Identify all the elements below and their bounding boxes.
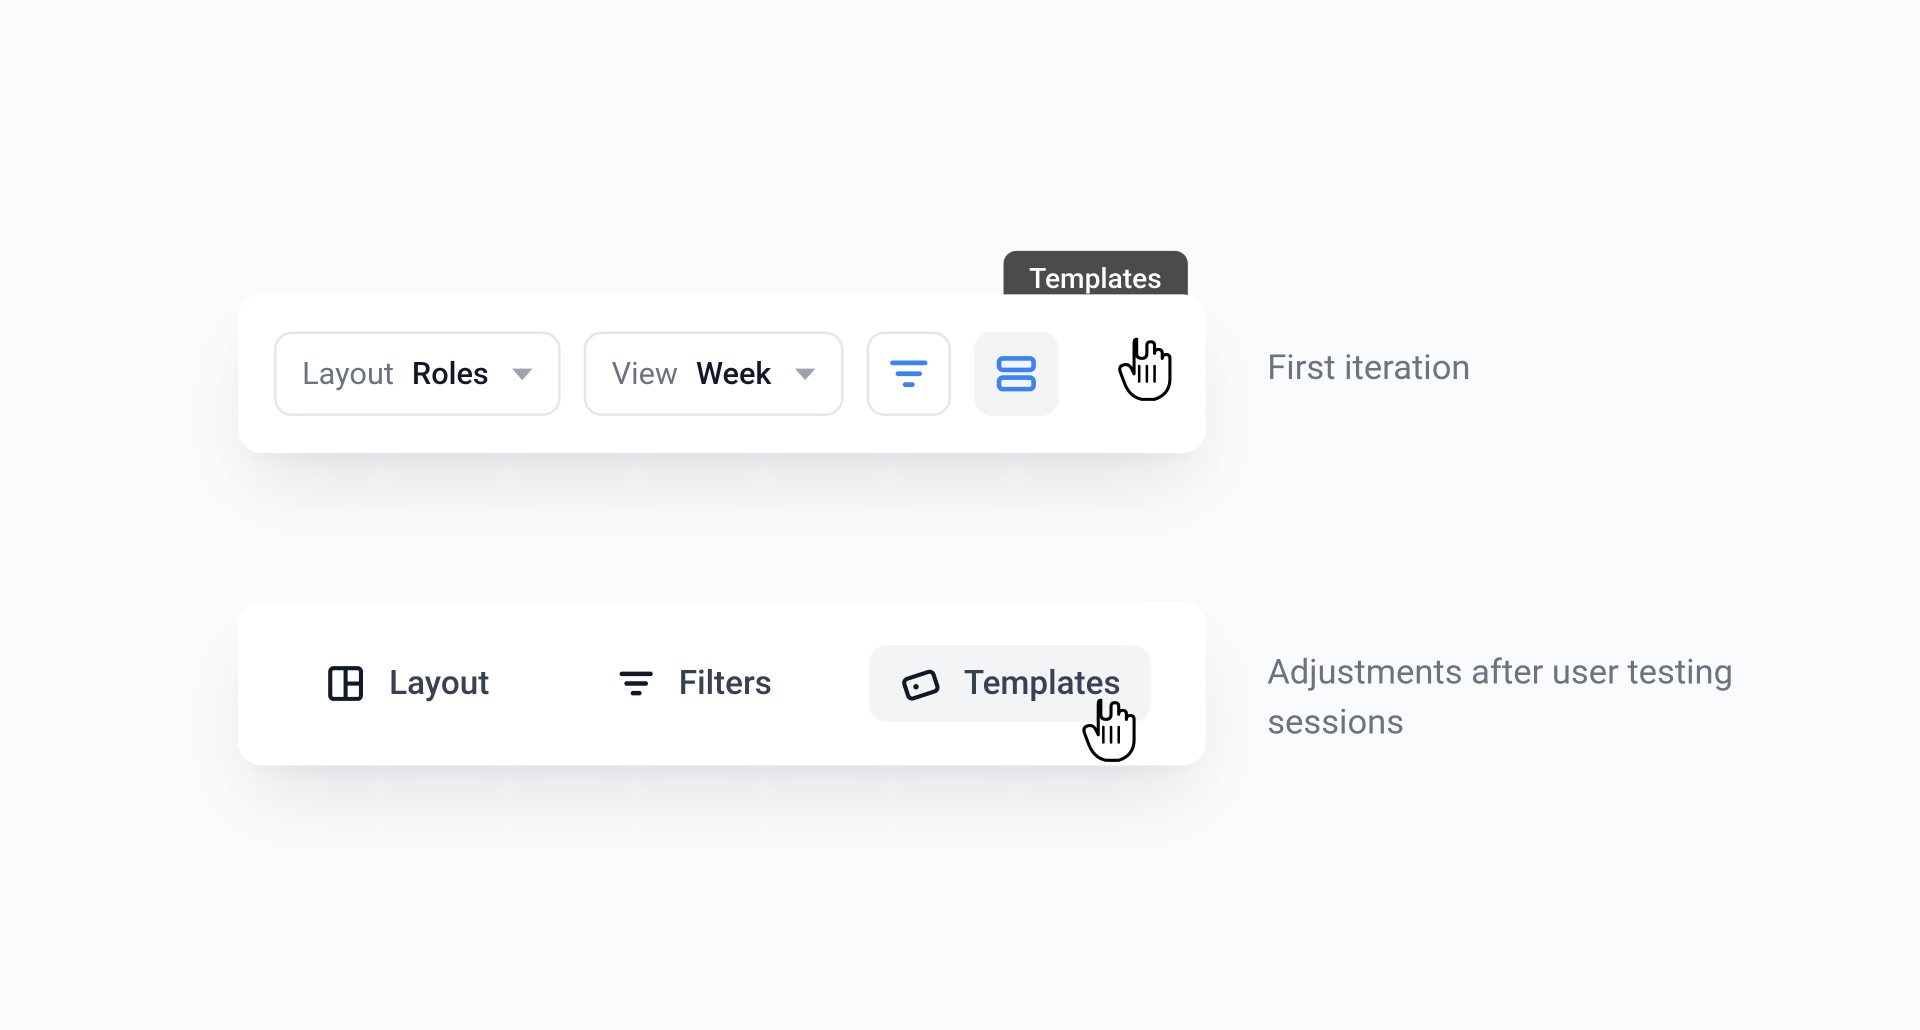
layout-button[interactable]: Layout [294, 645, 520, 722]
filters-button[interactable]: Filters [587, 646, 803, 720]
toolbar-iteration-2: Layout Filters Templates [238, 602, 1206, 766]
view-dropdown-label: View [612, 358, 678, 389]
view-dropdown[interactable]: View Week [583, 332, 843, 416]
chevron-down-icon [512, 368, 532, 380]
layout-dropdown[interactable]: Layout Roles [274, 332, 560, 416]
layout-dropdown-value: Roles [412, 358, 489, 389]
layout-dropdown-label: Layout [302, 358, 394, 389]
iteration-1-caption: First iteration [1267, 343, 1470, 393]
view-dropdown-value: Week [696, 358, 772, 389]
layout-icon [325, 663, 366, 704]
iteration-2-caption: Adjustments after user testing sessions [1267, 648, 1792, 748]
filter-icon [887, 352, 931, 396]
templates-button-label: Templates [964, 664, 1121, 702]
templates-button[interactable]: Templates [869, 645, 1151, 722]
chevron-down-icon [795, 368, 815, 380]
filter-icon [617, 664, 655, 702]
filter-button[interactable] [866, 332, 950, 416]
layout-button-label: Layout [389, 664, 489, 702]
templates-icon [993, 351, 1039, 397]
templates-button[interactable] [974, 332, 1058, 416]
filters-button-label: Filters [679, 664, 772, 702]
toolbar-iteration-1: Layout Roles View Week [238, 294, 1206, 453]
ticket-icon [900, 663, 941, 704]
